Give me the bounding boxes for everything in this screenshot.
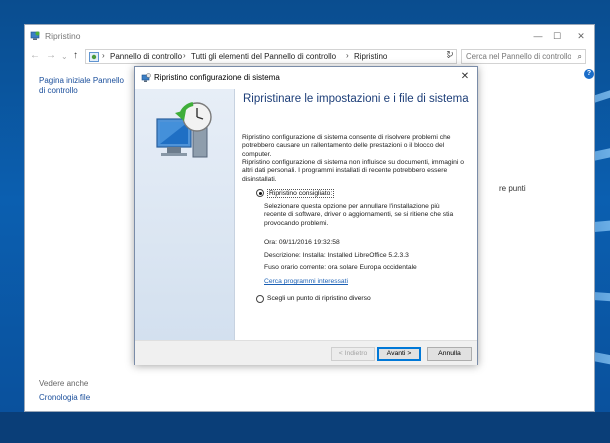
help-icon[interactable]: ? xyxy=(584,69,594,79)
breadcrumb-all-items[interactable]: Tutti gli elementi del Pannello di contr… xyxy=(191,52,336,61)
forward-arrow-icon[interactable]: → xyxy=(46,50,56,61)
system-restore-icon xyxy=(141,73,151,82)
dialog-title: Ripristino configurazione di sistema xyxy=(154,73,280,82)
chevron-down-icon[interactable]: ⌄ xyxy=(61,52,68,61)
back-arrow-icon[interactable]: ← xyxy=(30,50,40,61)
breadcrumb-separator: › xyxy=(102,51,105,60)
control-panel-home-link[interactable]: Pagina iniziale Pannello di controllo xyxy=(39,76,129,96)
cancel-button[interactable]: Annulla xyxy=(427,347,472,361)
system-restore-dialog: Ripristino configurazione di sistema ✕ R… xyxy=(134,66,478,365)
dialog-side-panel xyxy=(135,89,235,340)
system-restore-illustration xyxy=(156,102,212,158)
refresh-icon[interactable]: ↻ xyxy=(443,49,457,64)
search-input[interactable] xyxy=(466,52,571,61)
dialog-titlebar[interactable]: Ripristino configurazione di sistema ✕ xyxy=(135,67,477,89)
close-icon[interactable]: ✕ xyxy=(571,28,591,44)
dialog-heading: Ripristinare le impostazioni e i file di… xyxy=(243,93,469,105)
background-text: re punti xyxy=(499,184,526,193)
close-icon[interactable]: ✕ xyxy=(458,71,472,82)
restore-point-timezone: Fuso orario corrente: ora solare Europa … xyxy=(264,264,417,271)
address-row: ← → ⌄ ↑ › Pannello di controllo › Tutti … xyxy=(25,47,594,67)
choose-restore-point-radio[interactable] xyxy=(256,295,264,303)
breadcrumb-control-panel[interactable]: Pannello di controllo xyxy=(110,52,182,61)
scan-affected-programs-link[interactable]: Cerca programmi interessati xyxy=(264,278,348,285)
up-arrow-icon[interactable]: ↑ xyxy=(73,50,78,61)
recovery-icon xyxy=(30,31,40,40)
next-button[interactable]: Avanti > xyxy=(377,347,421,361)
breadcrumb-separator: › xyxy=(183,51,186,60)
control-panel-icon xyxy=(89,52,99,62)
choose-restore-point-label[interactable]: Scegli un punto di ripristino diverso xyxy=(267,295,371,302)
breadcrumb-separator: › xyxy=(346,51,349,60)
back-button[interactable]: < Indietro xyxy=(331,347,375,361)
window-titlebar[interactable]: Ripristino — ☐ ✕ xyxy=(25,25,594,47)
minimize-icon[interactable]: — xyxy=(528,28,548,44)
address-bar[interactable]: › Pannello di controllo › Tutti gli elem… xyxy=(85,49,457,64)
breadcrumb-recovery[interactable]: Ripristino xyxy=(354,52,387,61)
description-paragraph: Ripristino configurazione di sistema con… xyxy=(242,134,451,158)
recommended-restore-label[interactable]: Ripristino consigliato: xyxy=(267,189,335,198)
left-navigation: Pagina iniziale Pannello di controllo xyxy=(39,76,129,96)
file-history-link[interactable]: Cronologia file xyxy=(39,393,90,402)
recommended-restore-radio[interactable] xyxy=(256,189,264,197)
description-paragraph: Ripristino configurazione di sistema non… xyxy=(242,159,464,183)
restore-point-time: Ora: 09/11/2016 19:32:58 xyxy=(264,239,340,246)
restore-point-description: Descrizione: Installa: Installed LibreOf… xyxy=(264,252,409,259)
search-box[interactable]: ⌕ xyxy=(461,49,586,64)
window-title: Ripristino xyxy=(45,31,81,41)
search-icon[interactable]: ⌕ xyxy=(578,52,582,62)
dialog-footer: < Indietro Avanti > Annulla xyxy=(135,340,477,365)
taskbar xyxy=(0,412,610,443)
maximize-icon[interactable]: ☐ xyxy=(547,28,567,44)
recommended-restore-description: Selezionare questa opzione per annullare… xyxy=(264,203,454,227)
see-also-heading: Vedere anche xyxy=(39,379,89,388)
